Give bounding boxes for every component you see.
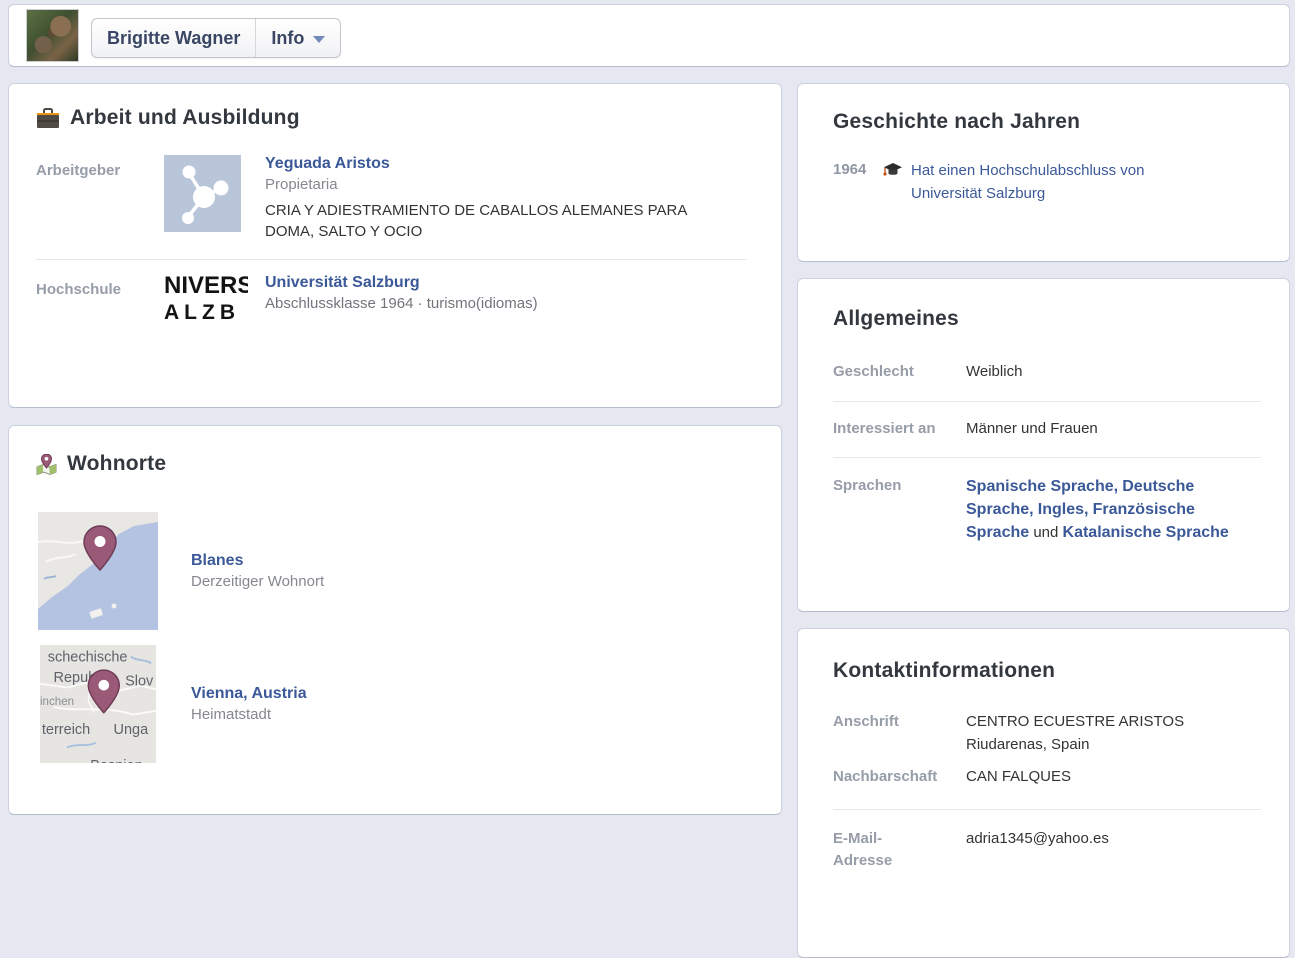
language-link[interactable]: Ingles [1038,501,1084,518]
email-label-line2: Adresse [833,850,966,873]
history-entry: 1964 Hat einen Hochschulabschluss von Un… [833,160,1259,205]
chevron-down-icon [313,36,325,43]
language-separator: , [1029,501,1033,518]
university-logo-line2: ALZB [164,302,248,323]
hometown-body: Vienna, Austria Heimatstadt [158,645,307,763]
address-row: Anschrift CENTRO ECUESTRE ARISTOS Riudar… [798,711,1289,756]
email-row: E-Mail- Adresse adria1345@yahoo.es [798,828,1289,873]
history-card-title: Geschichte nach Jahren [833,110,1080,134]
work-card-header: Arbeit und Ausbildung [36,106,781,130]
history-year: 1964 [833,160,883,205]
employer-page-thumbnail[interactable] [164,155,241,232]
employer-label: Arbeitgeber [36,155,164,243]
college-label: Hochschule [36,274,164,336]
address-line1: CENTRO ECUESTRE ARISTOS [966,711,1261,734]
map-label: inchen [40,695,74,708]
hometown-map-thumbnail[interactable]: schechische Republik Slov inchen terreic… [38,645,158,763]
email-label-line1: E-Mail- [833,828,966,851]
work-row-divider [36,259,747,260]
current-city-row: Blanes Derzeitiger Wohnort [38,512,781,630]
college-details: Abschlussklasse 1964 · turismo(idiomas) [265,295,747,312]
college-media: NIVERSI ALZB [164,274,265,336]
university-logo-thumbnail[interactable]: NIVERSI ALZB [164,274,248,336]
employer-description: CRIA Y ADIESTRAMIENTO DE CABALLOS ALEMAN… [265,200,710,243]
general-card-title: Allgemeines [833,307,959,331]
language-link[interactable]: Spanische Sprache [966,478,1114,495]
current-city-type: Derzeitiger Wohnort [191,573,324,590]
language-separator: , [1084,501,1088,518]
briefcase-icon [36,108,60,129]
map-label: schechische [48,649,128,665]
language-conjunction: und [1033,524,1058,541]
college-row: Hochschule NIVERSI ALZB Universität Salz… [9,274,781,336]
profile-nav: Brigitte Wagner Info [91,18,341,58]
employer-media [164,155,265,243]
gender-label: Geschlecht [833,361,966,384]
map-label: Slov [125,674,154,690]
address-label: Anschrift [833,711,966,756]
language-link[interactable]: Katalanische Sprache [1063,524,1229,541]
map-label: Unga [113,722,149,738]
general-divider [833,457,1261,458]
address-value: CENTRO ECUESTRE ARISTOS Riudarenas, Spai… [966,711,1261,756]
contact-divider [833,809,1261,810]
email-value: adria1345@yahoo.es [966,828,1261,873]
hometown-link[interactable]: Vienna, Austria [191,685,307,703]
neighborhood-value: CAN FALQUES [966,766,1261,789]
neighborhood-label: Nachbarschaft [833,766,966,789]
contact-card-title: Kontaktinformationen [833,659,1055,683]
employer-link[interactable]: Yeguada Aristos [265,155,390,173]
employer-role: Propietaria [265,176,747,193]
avatar[interactable] [26,9,79,62]
places-card-title: Wohnorte [67,452,166,476]
employer-body: Yeguada Aristos Propietaria CRIA Y ADIES… [265,155,747,243]
hometown-type: Heimatstadt [191,706,307,723]
history-card: Geschichte nach Jahren 1964 Hat einen Ho… [797,83,1290,262]
current-city-body: Blanes Derzeitiger Wohnort [158,512,324,630]
profile-header-bar: Brigitte Wagner Info [8,4,1290,67]
info-tab-label: Info [271,28,304,49]
languages-label: Sprachen [833,475,966,545]
history-event-link[interactable]: Hat einen Hochschulabschluss von Univers… [911,160,1179,205]
employer-row: Arbeitgeber Yeguada Aristos Propietaria … [9,155,781,243]
map-pin-icon [36,454,57,475]
map-label: Bosnien [90,758,142,763]
general-card: Allgemeines Geschlecht Weiblich Interess… [797,278,1290,612]
history-card-header: Geschichte nach Jahren [833,110,1289,134]
interested-row: Interessiert an Männer und Frauen [798,418,1289,441]
interested-label: Interessiert an [833,418,966,441]
contact-card-header: Kontaktinformationen [833,659,1289,683]
gender-row: Geschlecht Weiblich [798,361,1289,384]
map-label: terreich [42,722,90,738]
work-education-card: Arbeit und Ausbildung Arbeitgeber Yeguad… [8,83,782,408]
college-link[interactable]: Universität Salzburg [265,274,420,292]
graduation-cap-icon [883,163,902,178]
places-card: Wohnorte Blanes Derzeitiger Wohnort sc [8,425,782,815]
contact-card: Kontaktinformationen Anschrift CENTRO EC… [797,628,1290,958]
general-divider [833,401,1261,402]
interested-value: Männer und Frauen [966,418,1261,441]
language-separator: , [1114,478,1118,495]
places-card-header: Wohnorte [36,452,781,476]
info-tab-button[interactable]: Info [256,19,340,57]
general-card-header: Allgemeines [833,307,1289,331]
hometown-row: schechische Republik Slov inchen terreic… [38,645,781,763]
profile-name-button[interactable]: Brigitte Wagner [92,19,256,57]
languages-value: Spanische Sprache, Deutsche Sprache, Ing… [966,475,1261,545]
university-logo-line1: NIVERSI [164,274,248,298]
current-city-map-thumbnail[interactable] [38,512,158,630]
neighborhood-row: Nachbarschaft CAN FALQUES [798,766,1289,789]
current-city-link[interactable]: Blanes [191,552,243,570]
address-line2: Riudarenas, Spain [966,734,1261,757]
languages-row: Sprachen Spanische Sprache, Deutsche Spr… [798,475,1289,545]
college-body: Universität Salzburg Abschlussklasse 196… [265,274,747,336]
profile-name: Brigitte Wagner [107,28,240,49]
gender-value: Weiblich [966,361,1261,384]
email-label: E-Mail- Adresse [833,828,966,873]
work-card-title: Arbeit und Ausbildung [70,106,300,130]
